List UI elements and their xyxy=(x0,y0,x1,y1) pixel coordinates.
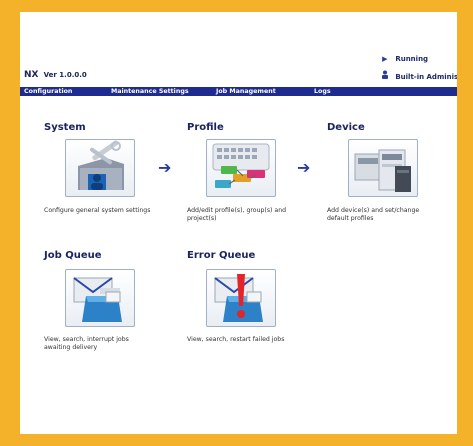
running-label: Running xyxy=(395,55,429,63)
nav-job-management[interactable]: Job Management xyxy=(216,87,276,96)
job-queue-button[interactable] xyxy=(65,269,135,327)
error-queue-button[interactable] xyxy=(206,269,276,327)
app-window: ▶ Running Built-in Administr NX Ver 1.0.… xyxy=(20,12,457,434)
play-icon: ▶ xyxy=(382,55,388,63)
profile-button[interactable] xyxy=(206,139,276,197)
user-icon xyxy=(380,68,389,86)
profile-description: Add/edit profile(s), group(s) and projec… xyxy=(187,207,287,222)
main-nav: Configuration Maintenance Settings Job M… xyxy=(20,87,457,96)
arrow-right-icon: ➔ xyxy=(297,158,311,177)
system-description: Configure general system settings xyxy=(44,207,151,214)
error-queue-title: Error Queue xyxy=(187,250,256,261)
nav-logs[interactable]: Logs xyxy=(314,87,331,96)
system-settings-icon xyxy=(78,140,124,190)
error-queue-description: View, search, restart failed jobs xyxy=(187,336,285,343)
status-area: ▶ Running Built-in Administr xyxy=(380,50,457,86)
arrow-right-icon: ➔ xyxy=(158,158,172,177)
profile-icon xyxy=(212,143,270,188)
nav-maintenance-settings[interactable]: Maintenance Settings xyxy=(111,87,189,96)
status-user[interactable]: Built-in Administr xyxy=(380,68,457,86)
nav-configuration[interactable]: Configuration xyxy=(24,87,72,96)
app-name: NX xyxy=(24,70,39,80)
user-label: Built-in Administr xyxy=(395,73,457,81)
job-queue-icon xyxy=(73,277,122,322)
app-version: Ver 1.0.0.0 xyxy=(43,71,87,79)
device-description: Add device(s) and set/change default pro… xyxy=(327,207,420,222)
status-running: ▶ Running xyxy=(380,50,457,68)
error-queue-icon xyxy=(214,274,263,322)
system-button[interactable] xyxy=(65,139,135,197)
job-queue-title: Job Queue xyxy=(44,250,102,261)
device-icon xyxy=(354,149,411,192)
system-title: System xyxy=(44,122,86,133)
job-queue-description: View, search, interrupt jobs awaiting de… xyxy=(44,336,129,351)
device-button[interactable] xyxy=(348,139,418,197)
profile-title: Profile xyxy=(187,122,224,133)
device-title: Device xyxy=(327,122,365,133)
app-title: NX Ver 1.0.0.0 xyxy=(24,70,87,80)
